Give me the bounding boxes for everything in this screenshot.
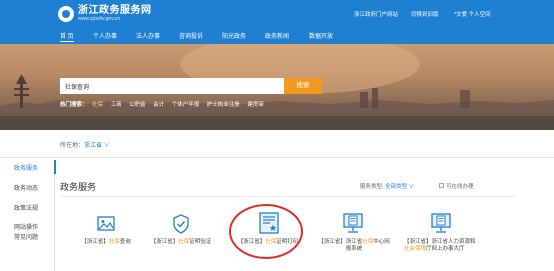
personal-space-link[interactable]: *文爱 个人空间 [454,10,491,18]
main-nav: 首 页 个人办事 法人办事 咨询投诉 阳光政务 政务新闻 数据开放 [0,28,554,44]
nav-news[interactable]: 政务新闻 [265,31,289,40]
tile-keyword: 社保 [108,239,120,245]
nav-open-data[interactable]: 数据开放 [309,31,333,40]
location-city[interactable]: 浙江省 [84,143,102,149]
tile-prefix: 【浙江省】 [81,239,109,245]
tile-keyword: 社保 [178,239,190,245]
sidebar-item-policy[interactable]: 政策法规 [14,203,38,212]
site-url: www.zjzwfw.gov.cn [78,16,121,22]
service-type-filter[interactable]: 服务类型: 全部类型 ∨ [360,182,414,190]
tile-suffix: 证明验证 [189,239,212,245]
sidebar-item-services[interactable]: 政务服务 [14,163,38,172]
hot-search-item[interactable]: 建房审 [247,102,264,108]
nav-personal[interactable]: 个人办事 [93,31,117,40]
hot-search-item[interactable]: 护士执业注册 [207,102,240,108]
hot-search-item[interactable]: 公积金 [129,102,146,108]
tile-prefix: 【浙江省】浙江省 [318,239,363,245]
site-title: 浙江政务服务网 [78,5,152,16]
search-button[interactable]: 搜索 [284,78,322,94]
nav-home[interactable]: 首 页 [60,31,74,42]
online-only-label: 可在线办理 [446,184,474,190]
filter-value[interactable]: 全部类型 [385,184,407,190]
tile-keyword: 社保 [362,239,374,245]
gov-portal-link[interactable]: 浙江政府门户网站 [354,10,398,18]
image-icon [97,216,115,231]
chevron-down-icon[interactable]: ∨ [409,184,415,190]
tile-line2: 报系统 [345,246,363,252]
hot-search-item[interactable]: 会计 [153,102,164,108]
red-highlight-circle [229,204,303,259]
top-header: 浙江政务服务网 www.zjzwfw.gov.cn 浙江政府门户网站 切换到旧版… [0,0,554,28]
logo-emblem-icon [58,5,74,22]
search-banner: 搜索 热门搜索： 社保 工商 公积金 会计 个体户年报 护士执业注册 建房审 [0,44,554,130]
sidebar-divider [54,160,55,271]
switch-old-version-link[interactable]: 切换到旧版 [411,10,439,18]
shield-check-icon [173,214,189,234]
nav-corporate[interactable]: 法人办事 [136,31,160,40]
section-title: 政务服务 [60,182,97,192]
hot-search-item[interactable]: 工商 [111,102,122,108]
tile-suffix: 中心网 [373,239,390,245]
sidebar-item-news[interactable]: 政务动态 [14,183,38,192]
online-only-checkbox[interactable] [439,183,444,188]
location-prefix: 所在地： [60,143,85,149]
sidebar-active-marker [54,160,56,174]
search-input[interactable] [60,78,284,94]
tile-keyword: 社会保障 [404,246,427,252]
site-logo[interactable]: 浙江政务服务网 www.zjzwfw.gov.cn [58,5,152,22]
tile-suffix: 厅网上办事大厅 [426,246,465,252]
sidebar-item-faq[interactable]: 常见问题 [14,232,38,241]
tile-prefix: 【浙江省】 [150,239,179,245]
monitor-document-icon [431,213,451,233]
tile-suffix: 查询 [119,239,131,245]
nav-transparency[interactable]: 阳光政务 [222,31,246,40]
monitor-document-icon [343,213,363,233]
hot-search-label: 热门搜索： [60,102,88,108]
section-divider [0,157,554,158]
filter-label: 服务类型: [360,184,386,190]
tile-prefix: 【浙江省】浙江省人力资源和 [404,239,476,245]
chevron-down-icon[interactable]: ∨ [104,143,110,149]
hot-search-item[interactable]: 社保 [92,102,103,108]
location-selector[interactable]: 所在地：浙江省 ∨ [60,140,110,149]
nav-consult[interactable]: 咨询投诉 [179,31,203,40]
section-rule [60,196,515,197]
hot-searches: 热门搜索： 社保 工商 公积金 会计 个体户年报 护士执业注册 建房审 [60,100,270,108]
sidebar-item-guide[interactable]: 网站操作 [14,222,38,231]
hot-search-item[interactable]: 个体户年报 [172,102,200,108]
